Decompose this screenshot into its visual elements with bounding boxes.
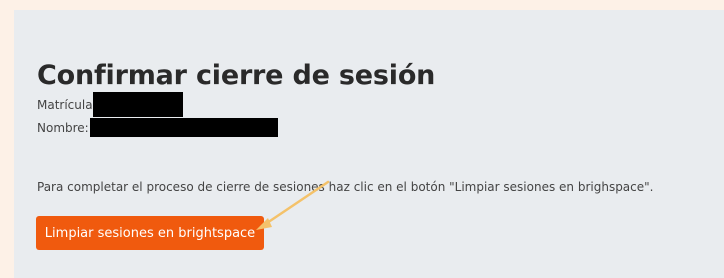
clear-sessions-button[interactable]: Limpiar sesiones en brightspace (36, 216, 264, 250)
matricula-label: Matrícula: (37, 98, 97, 112)
instructions-text: Para completar el proceso de cierre de s… (37, 180, 654, 194)
logout-panel: Confirmar cierre de sesión Matrícula: No… (14, 10, 724, 278)
redacted-nombre-value (90, 118, 278, 137)
page-title: Confirmar cierre de sesión (37, 60, 436, 91)
nombre-label: Nombre: (37, 121, 89, 135)
redacted-matricula-value (93, 92, 183, 117)
